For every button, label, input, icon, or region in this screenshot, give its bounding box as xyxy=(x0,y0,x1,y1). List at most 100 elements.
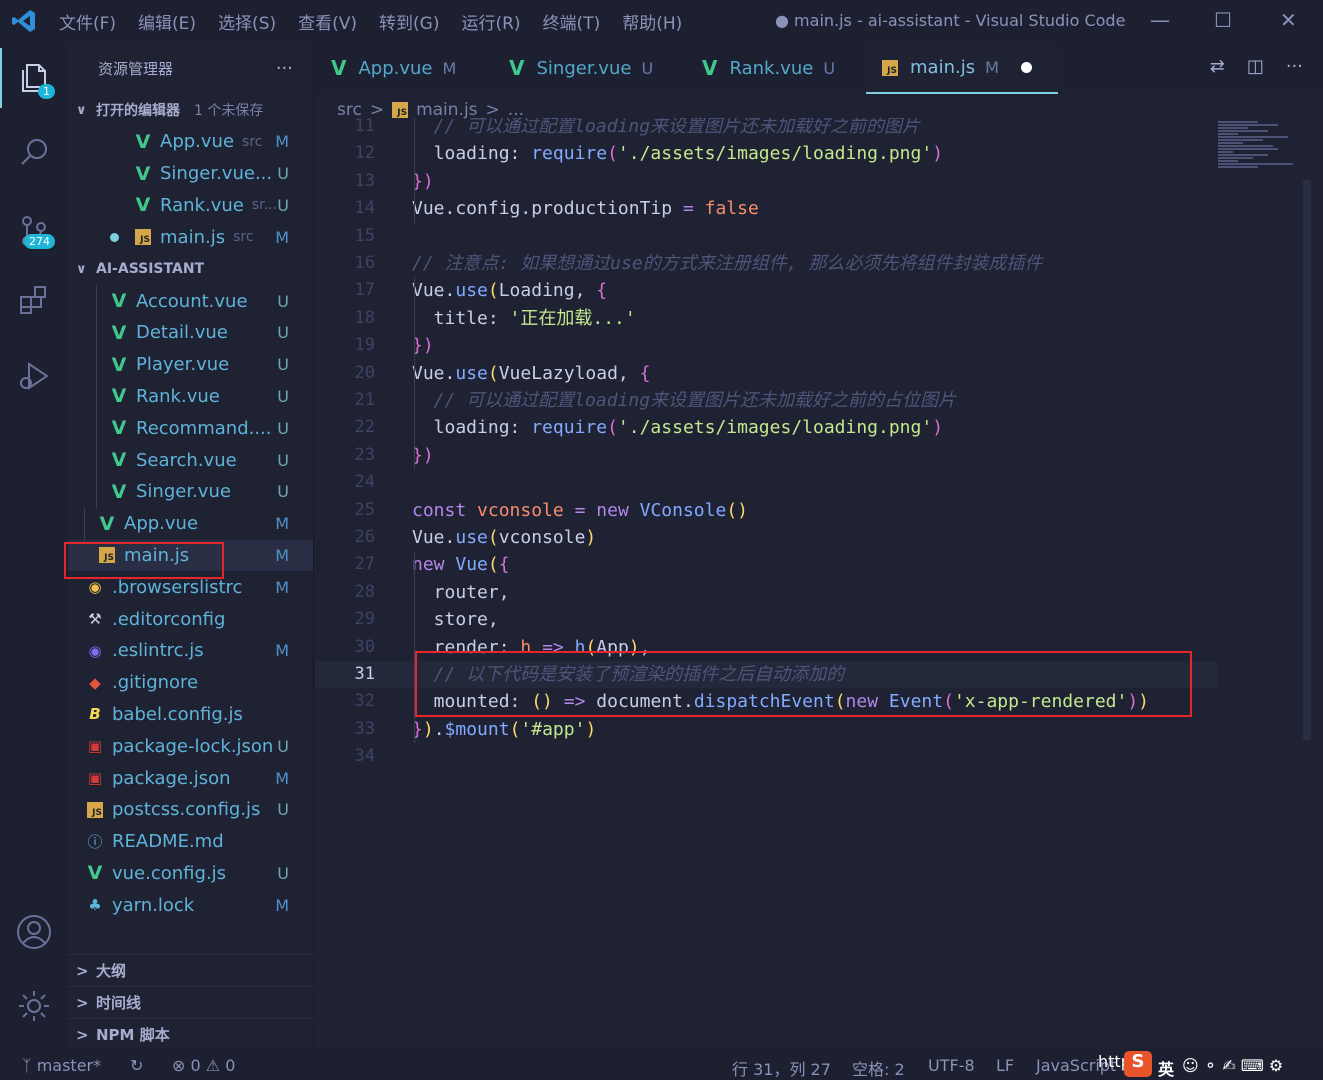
tree-item[interactable]: ♣ yarn.lock M xyxy=(68,889,313,921)
menu-item[interactable]: 运行(R) xyxy=(450,9,531,34)
tree-item[interactable]: V Recommand.... U xyxy=(68,412,313,444)
tree-item[interactable]: V Detail.vue U xyxy=(68,317,313,349)
tree-item[interactable]: V Player.vue U xyxy=(68,349,313,381)
line-number: 20 xyxy=(354,362,375,383)
settings-gear-icon[interactable] xyxy=(0,976,68,1036)
tab-app-vue[interactable]: V App.vue M xyxy=(315,42,493,94)
code-token: use xyxy=(455,280,488,302)
tab-rank-vue[interactable]: V Rank.vue U xyxy=(686,42,866,94)
more-actions-icon[interactable]: ··· xyxy=(1286,56,1303,77)
menu-item[interactable]: 转到(G) xyxy=(368,9,450,34)
open-editors-header[interactable]: ∨ 打开的编辑器 1 个未保存 xyxy=(68,94,313,126)
extensions-icon[interactable] xyxy=(0,270,68,330)
problems-status[interactable]: ⊗ 0 ⚠ 0 xyxy=(172,1056,235,1075)
sync-icon[interactable]: ↻ xyxy=(130,1056,143,1075)
open-editor-item[interactable]: JS main.js src M xyxy=(68,221,313,253)
menu-item[interactable]: 文件(F) xyxy=(48,9,127,34)
tree-item[interactable]: JS postcss.config.js U xyxy=(68,794,313,826)
cursor-position[interactable]: 行 31，列 27 xyxy=(732,1056,831,1080)
code-token: ( xyxy=(487,554,499,576)
outline-section[interactable]: > 大纲 xyxy=(68,954,314,986)
code-token: () xyxy=(726,499,749,521)
account-icon[interactable] xyxy=(0,902,68,962)
menu-item[interactable]: 选择(S) xyxy=(207,9,287,34)
tab-main-js[interactable]: JS main.js M xyxy=(866,42,1058,94)
source-control-icon[interactable]: 274 xyxy=(0,200,68,260)
menu-item[interactable]: 帮助(H) xyxy=(611,9,693,34)
open-editor-item[interactable]: V App.vue src M xyxy=(68,126,313,158)
tree-item[interactable]: V Rank.vue U xyxy=(68,381,313,413)
split-editor-icon[interactable]: ◫ xyxy=(1247,56,1264,77)
code-token: Vue xyxy=(455,554,488,576)
run-debug-icon[interactable] xyxy=(0,346,68,406)
breadcrumb-more[interactable]: ... xyxy=(508,100,524,120)
tree-item[interactable]: Bbabel.config.js xyxy=(68,699,313,731)
tree-item[interactable]: V Singer.vue U xyxy=(68,476,313,508)
chevron-right-icon: > xyxy=(76,961,89,980)
tab-label: App.vue xyxy=(358,57,433,79)
tools-icon: ⚒ xyxy=(88,610,102,629)
code-text: }) xyxy=(412,442,434,469)
vue-icon: V xyxy=(87,862,103,885)
project-header[interactable]: ∨ AI-ASSISTANT xyxy=(68,253,313,285)
code-token: ( xyxy=(487,280,499,302)
encoding[interactable]: UTF-8 xyxy=(928,1056,975,1075)
minimap[interactable] xyxy=(1218,120,1304,190)
indentation[interactable]: 空格: 2 xyxy=(852,1056,905,1080)
code-editor[interactable]: 11 // 可以通过配置loading来设置图片还未加载好之前的图片 12 loa… xyxy=(315,118,1323,1048)
tree-item[interactable]: ⓘ README.md xyxy=(68,826,313,858)
git-status-badge: M xyxy=(275,895,289,915)
timeline-section[interactable]: > 时间线 xyxy=(68,986,314,1018)
git-status-badge: U xyxy=(277,736,289,756)
menu-item[interactable]: 编辑(E) xyxy=(127,9,207,34)
compare-changes-icon[interactable]: ⇄ xyxy=(1210,56,1225,77)
unsaved-dot-icon[interactable] xyxy=(1020,61,1032,73)
code-token: VConsole xyxy=(639,499,727,521)
tree-item[interactable]: ◉ .eslintrc.js M xyxy=(68,635,313,667)
code-line: 22 loading: require('./assets/images/loa… xyxy=(315,414,1315,441)
file-name: .eslintrc.js xyxy=(112,640,204,662)
open-editor-item[interactable]: V Rank.vue sr... U xyxy=(68,190,313,222)
explorer-icon[interactable]: 1 xyxy=(0,48,68,108)
menu-item[interactable]: 查看(V) xyxy=(287,9,368,34)
code-token: ) xyxy=(585,527,597,548)
more-actions-button[interactable]: ··· xyxy=(276,58,293,79)
ime-language[interactable]: 英 xyxy=(1158,1056,1174,1080)
tree-item[interactable]: ⚒ .editorconfig xyxy=(68,603,313,635)
tree-item[interactable]: Vvue.config.js U xyxy=(68,858,313,890)
js-icon: JS xyxy=(84,801,106,818)
ime-toolbar-icons[interactable]: ☺ ⚬ ✍ ⌨ ⚙ xyxy=(1182,1056,1283,1075)
code-token: vconsole xyxy=(477,499,564,521)
tree-item[interactable]: V Account.vue U xyxy=(68,285,313,317)
tree-item[interactable]: ◆ .gitignore xyxy=(68,667,313,699)
editor-scrollbar[interactable] xyxy=(1303,180,1311,740)
close-button[interactable]: ✕ xyxy=(1280,8,1297,32)
code-line: 26 Vue.use(vconsole) xyxy=(315,524,1315,551)
code-token: '正在加载...' xyxy=(509,307,636,329)
breadcrumb-folder[interactable]: src xyxy=(337,100,362,120)
ime-logo-icon[interactable]: S xyxy=(1124,1051,1152,1077)
code-token: new xyxy=(412,554,445,576)
maximize-button[interactable]: ☐ xyxy=(1214,8,1232,32)
npm-scripts-section[interactable]: > NPM 脚本 xyxy=(68,1018,314,1050)
highlight-box-code xyxy=(415,651,1192,717)
breadcrumb-file[interactable]: main.js xyxy=(416,100,477,120)
tree-item[interactable]: V Search.vue U xyxy=(68,444,313,476)
search-icon[interactable] xyxy=(0,122,68,182)
branch-status[interactable]: ᛉ master* xyxy=(22,1056,101,1075)
tree-item[interactable]: ▣ package-lock.json U xyxy=(68,730,313,762)
file-name: Search.vue xyxy=(136,449,237,471)
menu-item[interactable]: 终端(T) xyxy=(532,9,612,34)
tab-singer-vue[interactable]: V Singer.vue U xyxy=(493,42,686,94)
line-number: 19 xyxy=(354,335,375,356)
tab-status: M xyxy=(442,58,457,78)
end-of-line[interactable]: LF xyxy=(996,1056,1014,1075)
line-number: 12 xyxy=(354,143,375,164)
open-editor-item[interactable]: V Singer.vue... U xyxy=(68,158,313,190)
tree-item[interactable]: V App.vue M xyxy=(68,508,313,540)
code-token: const xyxy=(412,499,467,521)
tree-item[interactable]: ▣ package.json M xyxy=(68,762,313,794)
minimize-button[interactable]: — xyxy=(1150,8,1170,32)
